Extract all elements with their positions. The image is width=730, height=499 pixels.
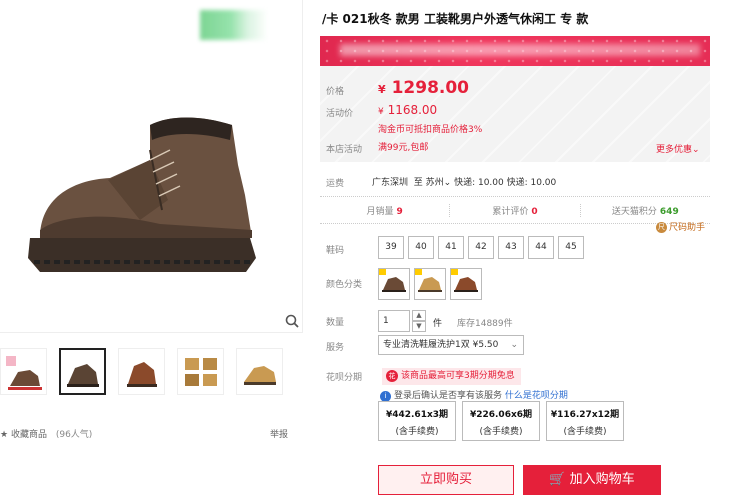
shipping-destination-select[interactable]: 苏州⌄ <box>426 178 452 188</box>
color-option-tan[interactable] <box>414 268 446 300</box>
favorite-link[interactable]: ★ 收藏商品 (96人气) <box>0 427 92 440</box>
thumbnail-5[interactable] <box>236 348 283 395</box>
size-option[interactable]: 40 <box>408 236 434 259</box>
thumbnail-3[interactable] <box>118 348 165 395</box>
monthly-sales: 月销量 9 <box>320 203 451 217</box>
service-select[interactable]: 专业清洗鞋履洗护1双 ¥5.50 ⌄ <box>378 335 524 355</box>
ruler-icon: 尺 <box>656 222 667 233</box>
size-option[interactable]: 42 <box>468 236 494 259</box>
decrement-button[interactable]: ▼ <box>412 321 426 332</box>
installment-help-link[interactable]: 什么是花呗分期 <box>505 391 568 401</box>
promo-value: ¥ 1168.00 <box>378 103 438 117</box>
installment-promo: 花该商品最高可享3期分期免息 <box>382 368 521 385</box>
installment-plans: ¥442.61x3期 (含手续费) ¥226.06x6期 (含手续费) ¥116.2… <box>378 401 630 441</box>
color-label: 颜色分类 <box>326 280 363 290</box>
size-option[interactable]: 45 <box>558 236 584 259</box>
installment-label: 花呗分期 <box>326 373 363 383</box>
coin-note: 淘金币可抵扣商品价格3% <box>378 125 483 135</box>
thumbnail-4[interactable] <box>177 348 224 395</box>
shop-promo-label: 本店活动 <box>326 145 363 155</box>
quantity-label: 数量 <box>326 318 345 328</box>
chevron-down-icon: ⌄ <box>510 340 518 350</box>
size-options: 39 40 41 42 43 44 45 <box>378 236 588 259</box>
blurred-logo <box>200 10 268 40</box>
points: 送天猫积分 649 <box>611 206 679 217</box>
stats-bar: 月销量 9 累计评价 0 送天猫积分 649 <box>320 196 710 224</box>
size-option[interactable]: 39 <box>378 236 404 259</box>
buy-now-button[interactable]: 立即购买 <box>378 465 514 495</box>
zoom-icon[interactable] <box>285 314 299 328</box>
quantity-input[interactable]: 1 <box>378 310 410 332</box>
installment-info: i 登录后确认是否享有该服务 什么是花呗分期 <box>380 388 568 402</box>
main-product-image[interactable] <box>0 0 303 333</box>
star-icon: ★ <box>0 430 9 440</box>
promo-banner[interactable] <box>320 36 710 66</box>
shop-promo-value: 满99元,包邮 <box>378 143 429 153</box>
color-options <box>378 268 486 300</box>
installment-plan-12[interactable]: ¥116.27x12期 (含手续费) <box>546 401 624 441</box>
size-option[interactable]: 44 <box>528 236 554 259</box>
price-label: 价格 <box>326 87 345 97</box>
review-count[interactable]: 累计评价 0 <box>450 203 581 217</box>
thumbnail-1[interactable] <box>0 348 47 395</box>
more-offers-link[interactable]: 更多优惠⌄ <box>656 142 700 155</box>
favorite-label: 收藏商品 <box>10 430 47 440</box>
size-guide-link[interactable]: 尺尺码助手 <box>656 220 705 233</box>
cart-icon: 🛒 <box>549 472 570 487</box>
stock-count: 库存14889件 <box>457 319 513 329</box>
thumbnail-strip <box>0 348 295 395</box>
service-label: 服务 <box>326 343 345 353</box>
installment-plan-3[interactable]: ¥442.61x3期 (含手续费) <box>378 401 456 441</box>
size-label: 鞋码 <box>326 246 345 256</box>
increment-button[interactable]: ▲ <box>412 310 426 321</box>
chevron-down-icon: ⌄ <box>692 145 700 155</box>
report-link[interactable]: 举报 <box>270 427 288 440</box>
size-option[interactable]: 43 <box>498 236 524 259</box>
color-option-brown[interactable] <box>378 268 410 300</box>
quantity-unit: 件 <box>433 319 443 329</box>
favorite-count: (96人气) <box>55 430 93 440</box>
promo-label: 活动价 <box>326 109 354 119</box>
add-to-cart-button[interactable]: 🛒 加入购物车 <box>523 465 661 495</box>
size-option[interactable]: 41 <box>438 236 464 259</box>
price-value: ¥ 1298.00 <box>378 78 470 98</box>
product-title: /卡 021秋冬 款男 工装靴男户外透气休闲工 专 款 <box>322 12 589 26</box>
color-option-rust[interactable] <box>450 268 482 300</box>
boot-image <box>28 117 256 272</box>
shipping-label: 运费 <box>326 179 345 189</box>
quantity-stepper: ▲ ▼ <box>412 310 426 332</box>
installment-plan-6[interactable]: ¥226.06x6期 (含手续费) <box>462 401 540 441</box>
huabei-icon: 花 <box>386 369 398 382</box>
shipping-info: 广东深圳 至 苏州⌄ 快递: 10.00 快递: 10.00 <box>372 178 557 188</box>
thumbnail-2[interactable] <box>59 348 106 395</box>
